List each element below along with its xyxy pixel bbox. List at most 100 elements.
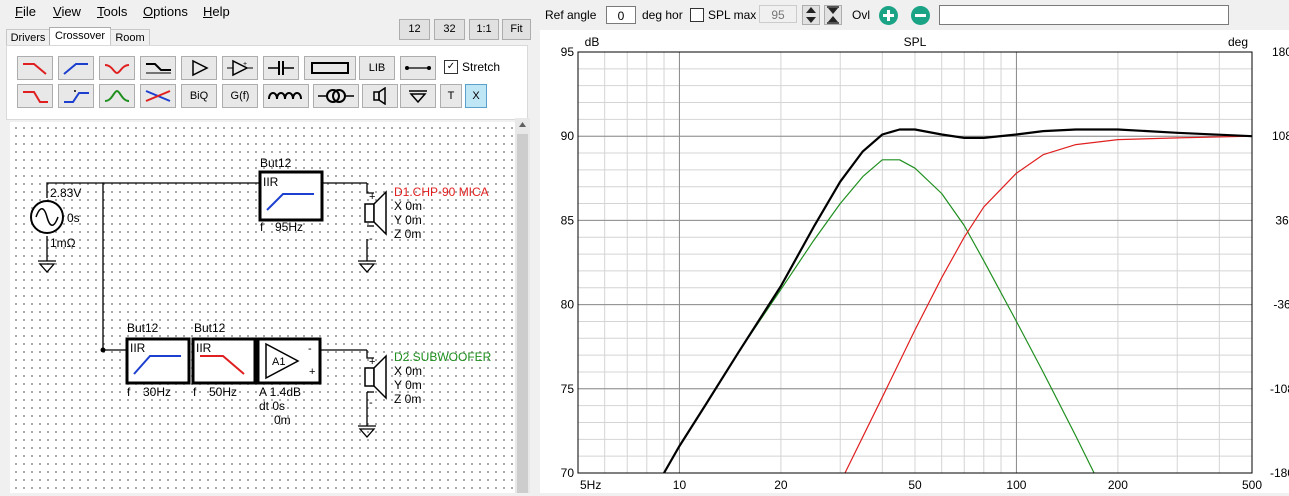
capacitor-icon: [268, 61, 294, 75]
y-axis-unit-left: dB: [585, 35, 600, 49]
filter-b1-freq-label: f: [127, 385, 131, 399]
wire-tool[interactable]: [400, 56, 436, 80]
amp-plus: +: [309, 366, 315, 378]
highpass-1st-filter-tool[interactable]: [58, 84, 94, 108]
zoom-32-button[interactable]: 32: [434, 19, 465, 40]
peak-icon: [104, 89, 130, 102]
amp-minus: -: [308, 343, 312, 355]
filter-b2-type: But12: [194, 321, 226, 335]
x-tick-label: 50: [908, 478, 922, 492]
schematic-canvas[interactable]: 2.83V 0s 1mΩ But12 IIR f 95Hz + - D1.CHP…: [10, 122, 515, 493]
driver2-name: D2.SUBWOOFER: [394, 350, 492, 364]
junction-dot: [100, 347, 106, 353]
highpass-icon: [63, 63, 88, 75]
spl-max-checkbox[interactable]: [690, 8, 704, 22]
svg-text:+: +: [243, 61, 247, 68]
stretch-option[interactable]: ✓ Stretch: [444, 60, 500, 74]
menu-file[interactable]: File: [15, 4, 36, 19]
menu-tools[interactable]: Tools: [97, 4, 127, 19]
ref-angle-label: Ref angle: [545, 8, 597, 22]
menu-options[interactable]: Options: [143, 4, 188, 19]
biquad-tool[interactable]: BiQ: [181, 84, 217, 108]
shelf-filter-tool[interactable]: [140, 56, 176, 80]
stretch-label: Stretch: [462, 60, 501, 74]
stretch-checkbox[interactable]: ✓: [444, 60, 458, 74]
y-tick-label-left: 95: [561, 45, 575, 59]
spl-graph[interactable]: SPL dB deg 95 90 85 80 75 70 180 108 36 -36 -108 -180 5…: [540, 30, 1289, 493]
y-tick-label-right: 36: [1275, 213, 1289, 227]
spl-chart-svg: SPL dB deg 95 90 85 80 75 70 180 108 36 -36 -108 -180 5…: [561, 35, 1289, 492]
y-tick-label-left: 80: [561, 298, 575, 312]
ground-symbol-source: [38, 260, 56, 273]
shelf-icon: [146, 63, 171, 74]
tab-crossover[interactable]: Crossover: [49, 27, 111, 46]
spl-collapse-icon[interactable]: [824, 5, 842, 25]
lowpass-filter-tool[interactable]: [17, 56, 53, 80]
driver1-plus: +: [369, 191, 375, 203]
filter-b2-mode: IIR: [196, 341, 212, 355]
spl-max-input[interactable]: 95: [759, 5, 797, 23]
x-tick-label: 100: [1006, 478, 1026, 492]
driver1-x: X 0m: [394, 199, 422, 213]
allpass-filter-tool[interactable]: [140, 84, 176, 108]
ground-symbol-driver1: [358, 260, 376, 273]
plus-icon[interactable]: [878, 5, 899, 26]
amplifier-tool[interactable]: +: [222, 56, 258, 80]
ground-tool[interactable]: [400, 84, 436, 108]
spl-max-label: SPL max: [708, 8, 757, 22]
x-tool[interactable]: X: [465, 84, 487, 108]
y-tick-label-right: -108: [1270, 382, 1289, 396]
resistor-tool[interactable]: [304, 56, 356, 80]
menu-view[interactable]: View: [53, 4, 81, 19]
menu-help[interactable]: Help: [203, 4, 230, 19]
spl-up-down-icon[interactable]: [802, 5, 820, 25]
text-tool[interactable]: T: [440, 84, 462, 108]
highpass-filter-tool[interactable]: [58, 56, 94, 80]
voltage-source[interactable]: [30, 200, 64, 234]
tab-drivers[interactable]: Drivers: [6, 29, 50, 46]
zoom-12-button[interactable]: 12: [399, 19, 430, 40]
y-tick-label-right: -180: [1270, 466, 1289, 480]
peak-filter-tool[interactable]: [99, 84, 135, 108]
driver-tool[interactable]: [362, 84, 398, 108]
minus-icon[interactable]: [910, 5, 931, 26]
chart-series: [663, 128, 1253, 474]
ovl-label: Ovl: [852, 8, 870, 22]
zoom-fit-button[interactable]: Fit: [502, 19, 531, 40]
deg-hor-label: deg hor: [642, 8, 683, 22]
x-tick-label: 5Hz: [580, 478, 601, 492]
inductor-tool[interactable]: [263, 84, 309, 108]
buffer-tool[interactable]: [181, 56, 217, 80]
filter-b2-freq: 50Hz: [209, 385, 237, 399]
ground-icon: [409, 90, 427, 104]
library-tool[interactable]: LIB: [359, 56, 395, 80]
filter-top-freq-label: f: [260, 220, 264, 234]
tab-room[interactable]: Room: [110, 29, 150, 46]
y-tick-label-left: 85: [561, 213, 575, 227]
driver2-minus: -: [369, 397, 373, 409]
lowpass-1st-filter-tool[interactable]: [17, 84, 53, 108]
scroll-up-arrow-icon[interactable]: [515, 118, 530, 132]
notch-filter-tool[interactable]: [99, 56, 135, 80]
lowpass-first-order-icon: [23, 91, 48, 103]
filter-b1-freq: 30Hz: [143, 385, 171, 399]
x-tick-label: 500: [1242, 478, 1262, 492]
amp-name: A1: [272, 356, 285, 368]
capacitor-tool[interactable]: [263, 56, 299, 80]
canvas-scrollbar[interactable]: [515, 118, 530, 493]
ref-angle-input[interactable]: 0: [606, 6, 636, 24]
source-voltage: 2.83V: [50, 186, 81, 200]
y-tick-label-right: 108: [1272, 129, 1289, 143]
transformer-tool[interactable]: [313, 84, 359, 108]
amp-gain: A 1.4dB: [259, 385, 301, 399]
gf-tool[interactable]: G(f): [222, 84, 258, 108]
filter-b1-mode: IIR: [130, 341, 146, 355]
x-tick-label: 10: [673, 478, 687, 492]
zoom-1to1-button[interactable]: 1:1: [469, 19, 499, 40]
transformer-icon: [318, 89, 354, 103]
scrollbar-thumb[interactable]: [517, 134, 528, 493]
amp-distance: 0m: [274, 413, 291, 427]
graph-name-input[interactable]: [939, 5, 1229, 25]
source-impedance: 1mΩ: [50, 236, 76, 250]
highpass-first-order-icon: [64, 90, 89, 103]
